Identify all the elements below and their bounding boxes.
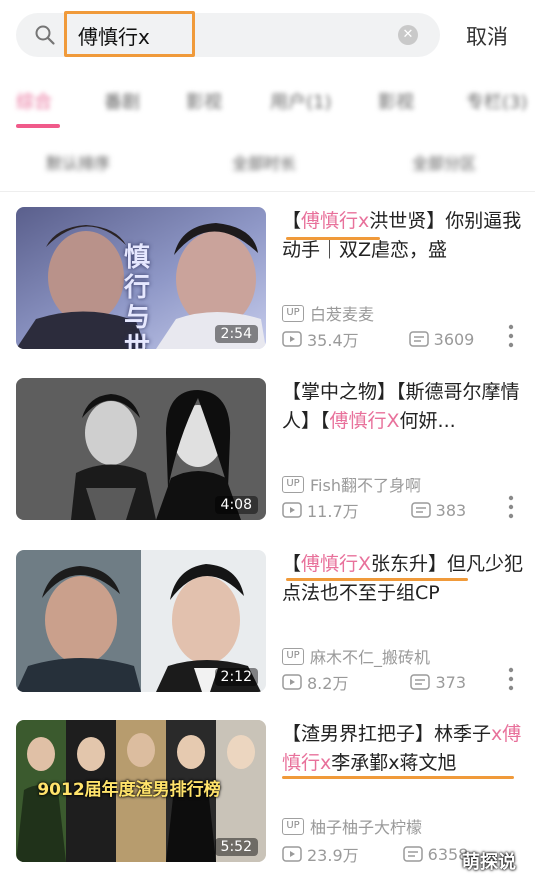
filter-bar: 默认排序 全部时长 全部分区 <box>0 132 535 192</box>
uploader-row[interactable]: UP 白茇麦麦 <box>282 301 374 325</box>
up-badge-icon: UP <box>282 304 304 322</box>
play-count-icon <box>282 674 302 690</box>
duration-badge: 4:08 <box>214 496 258 514</box>
video-title[interactable]: 【渣男界扛把子】林季子x傅慎行x李承鄞x蒋文旭 <box>282 720 524 780</box>
video-title[interactable]: 【掌中之物】【斯德哥尔摩情人】【傅慎行X何妍... <box>282 378 524 438</box>
video-thumbnail[interactable]: 慎行与世 2:54 <box>16 207 266 349</box>
video-item[interactable]: 9012届年度渣男排行榜 5:52 【渣男界扛把子】林季子x傅慎行x李承鄞x蒋文… <box>0 720 535 874</box>
danmaku-count-icon <box>410 502 431 518</box>
duration-badge: 2:54 <box>214 325 258 343</box>
video-item[interactable]: 慎行与世 2:54 【傅慎行x洪世贤】你别逼我动手｜双Z虐恋，盛 UP 白茇麦麦… <box>0 207 535 367</box>
cancel-button[interactable]: 取消 <box>466 21 508 51</box>
thumbnail-caption: 9012届年度渣男排行榜 <box>37 780 221 800</box>
danmaku-count: 383 <box>435 500 467 520</box>
tab-film-2[interactable]: 影视 <box>378 88 414 114</box>
tab-articles[interactable]: 专栏(3) <box>466 88 528 114</box>
tab-film[interactable]: 影视 <box>186 88 222 114</box>
search-header: 傅慎行x ✕ 取消 <box>0 0 535 70</box>
tab-indicator <box>16 124 60 128</box>
stats-row: 35.4万 3609 <box>282 327 474 351</box>
clear-icon[interactable]: ✕ <box>398 25 418 45</box>
result-tabs: 综合 番剧 影视 用户(1) 影视 专栏(3) <box>0 70 535 132</box>
watermark-text: 萌探说 <box>462 852 516 873</box>
video-item[interactable]: 2:12 【傅慎行X张东升】但凡少犯点法也不至于组CP UP 麻木不仁_搬砖机 … <box>0 550 535 710</box>
search-input[interactable]: 傅慎行x <box>78 21 150 50</box>
filter-category[interactable]: 全部分区 <box>412 150 476 174</box>
view-count: 35.4万 <box>307 331 359 350</box>
filter-sort[interactable]: 默认排序 <box>46 150 110 174</box>
video-item[interactable]: 4:08 【掌中之物】【斯德哥尔摩情人】【傅慎行X何妍... UP Fish翻不… <box>0 378 535 538</box>
tab-users[interactable]: 用户(1) <box>270 88 332 114</box>
uploader-name: 白茇麦麦 <box>310 305 375 324</box>
tab-all[interactable]: 综合 <box>16 88 52 114</box>
up-badge-icon: UP <box>282 647 304 665</box>
thumbnail-caption: 慎行与世 <box>124 243 151 349</box>
video-thumbnail[interactable]: 9012届年度渣男排行榜 5:52 <box>16 720 266 862</box>
uploader-name: 麻木不仁_搬砖机 <box>310 648 431 667</box>
view-count: 8.2万 <box>307 674 349 693</box>
more-options-icon[interactable] <box>508 494 514 520</box>
uploader-row[interactable]: UP 柚子柚子大柠檬 <box>282 814 422 838</box>
danmaku-count-icon <box>408 331 429 347</box>
view-count: 11.7万 <box>307 502 359 521</box>
more-options-icon[interactable] <box>508 666 514 692</box>
view-count: 23.9万 <box>307 846 359 865</box>
play-count-icon <box>282 846 302 862</box>
danmaku-count: 373 <box>435 672 466 692</box>
danmaku-count: 3609 <box>433 329 475 349</box>
up-badge-icon: UP <box>282 817 304 835</box>
uploader-row[interactable]: UP Fish翻不了身啊 <box>282 472 421 496</box>
highlight-underline <box>286 578 468 581</box>
uploader-row[interactable]: UP 麻木不仁_搬砖机 <box>282 644 430 668</box>
video-thumbnail[interactable]: 2:12 <box>16 550 266 692</box>
stats-row: 23.9万 6358 <box>282 842 468 866</box>
filter-duration[interactable]: 全部时长 <box>232 150 296 174</box>
uploader-name: 柚子柚子大柠檬 <box>310 818 423 837</box>
highlight-underline <box>282 776 514 779</box>
up-badge-icon: UP <box>282 475 304 493</box>
video-thumbnail[interactable]: 4:08 <box>16 378 266 520</box>
duration-badge: 2:12 <box>214 668 258 686</box>
stats-row: 8.2万 373 <box>282 670 466 694</box>
duration-badge: 5:52 <box>214 838 258 856</box>
play-count-icon <box>282 331 302 347</box>
tab-anime[interactable]: 番剧 <box>104 88 140 114</box>
danmaku-count-icon <box>402 846 423 862</box>
highlight-underline <box>286 237 380 240</box>
search-icon <box>35 25 55 45</box>
danmaku-count-icon <box>410 674 431 690</box>
more-options-icon[interactable] <box>508 323 514 349</box>
play-count-icon <box>282 502 302 518</box>
stats-row: 11.7万 383 <box>282 498 466 522</box>
uploader-name: Fish翻不了身啊 <box>310 476 421 495</box>
